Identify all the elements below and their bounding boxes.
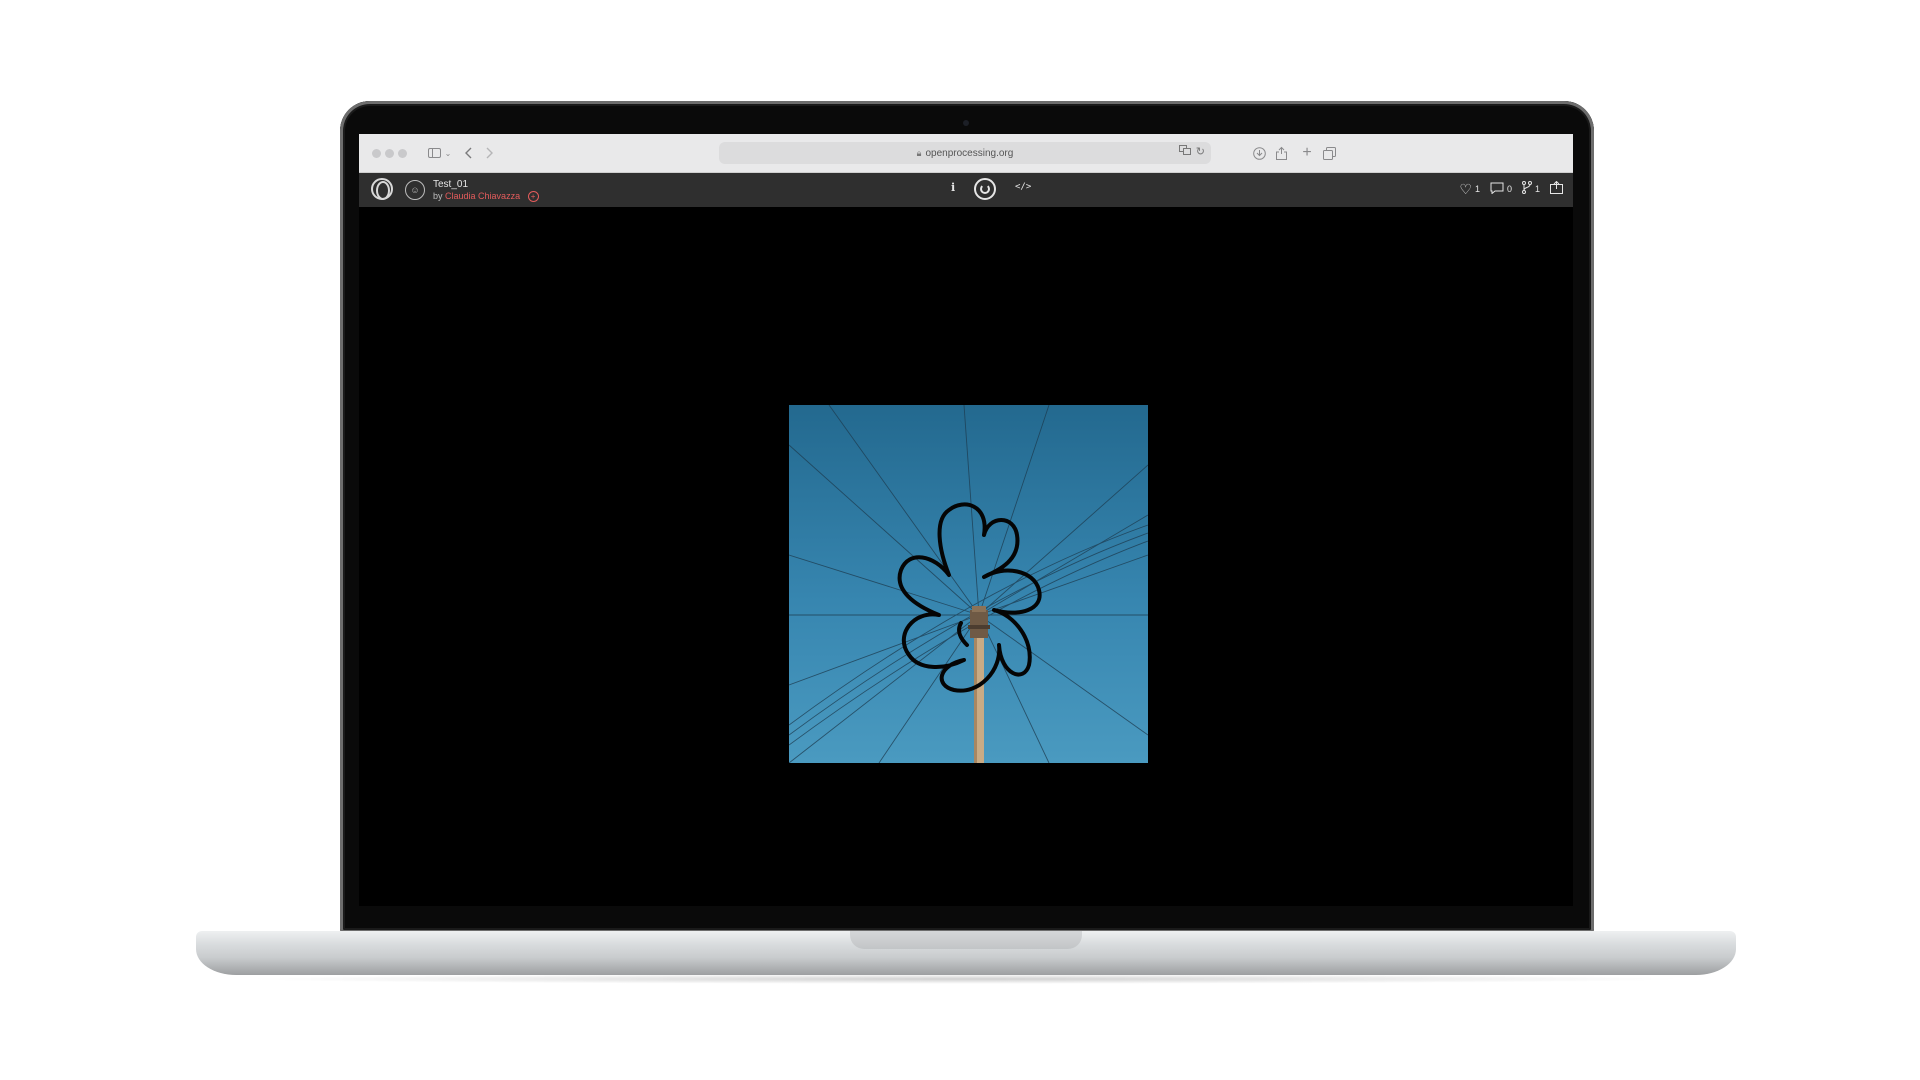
- laptop-shadow: [240, 974, 1690, 984]
- sketch-title: Test_01: [433, 179, 469, 190]
- fork-button[interactable]: 1: [1521, 181, 1540, 196]
- author-link[interactable]: Claudia Chiavazza: [445, 191, 520, 201]
- camera-dot: [963, 120, 969, 126]
- share-sketch-icon[interactable]: [1550, 180, 1563, 196]
- openprocessing-logo-icon[interactable]: [371, 178, 393, 200]
- lock-icon: 🔒︎: [916, 147, 922, 158]
- user-avatar-icon[interactable]: ☺: [405, 180, 425, 200]
- browser-toolbar: ⌄ 🔒︎ openprocessing.org ↻ +: [359, 134, 1573, 173]
- new-tab-icon[interactable]: +: [1299, 143, 1315, 163]
- laptop-opening-notch: [850, 931, 1082, 949]
- like-button[interactable]: ♡ 1: [1459, 182, 1480, 196]
- reload-icon[interactable]: ↻: [1196, 145, 1205, 158]
- sketch-byline: by Claudia Chiavazza +: [433, 191, 539, 203]
- chevron-down-icon[interactable]: ⌄: [443, 143, 453, 163]
- address-bar[interactable]: 🔒︎ openprocessing.org ↻: [719, 142, 1211, 164]
- sketch-canvas[interactable]: [789, 405, 1148, 763]
- comment-count: 0: [1506, 183, 1512, 194]
- url-text: openprocessing.org: [925, 147, 1014, 159]
- center-tools: i </>: [929, 178, 1109, 200]
- info-button[interactable]: i: [951, 181, 955, 194]
- tabs-icon[interactable]: [1321, 143, 1337, 163]
- right-tools: ♡ 1 0 1: [1459, 180, 1563, 196]
- sketch-artwork: [789, 405, 1148, 763]
- laptop-screen: ⌄ 🔒︎ openprocessing.org ↻ + ☺ Test_01 by…: [359, 134, 1573, 906]
- comments-button[interactable]: 0: [1490, 182, 1512, 196]
- forward-icon[interactable]: [483, 143, 495, 163]
- share-icon[interactable]: [1273, 143, 1289, 163]
- comment-icon: [1490, 182, 1504, 196]
- follow-button[interactable]: +: [527, 191, 539, 203]
- fork-count: 1: [1534, 183, 1540, 194]
- sidebar-icon[interactable]: [425, 143, 443, 163]
- heart-icon: ♡: [1459, 180, 1472, 197]
- close-window-dot[interactable]: [372, 149, 381, 158]
- sketch-toolbar: ☺ Test_01 by Claudia Chiavazza + i </> ♡…: [359, 173, 1573, 207]
- minimize-window-dot[interactable]: [385, 149, 394, 158]
- download-icon[interactable]: [1251, 143, 1267, 163]
- code-button[interactable]: </>: [1015, 182, 1031, 192]
- like-count: 1: [1474, 183, 1480, 194]
- restart-sketch-icon[interactable]: [974, 178, 996, 200]
- by-label: by: [433, 191, 443, 201]
- fork-icon: [1521, 181, 1532, 196]
- zoom-window-dot[interactable]: [398, 149, 407, 158]
- back-icon[interactable]: [463, 143, 475, 163]
- sketch-canvas-area[interactable]: [359, 207, 1573, 906]
- translate-icon[interactable]: [1178, 145, 1191, 158]
